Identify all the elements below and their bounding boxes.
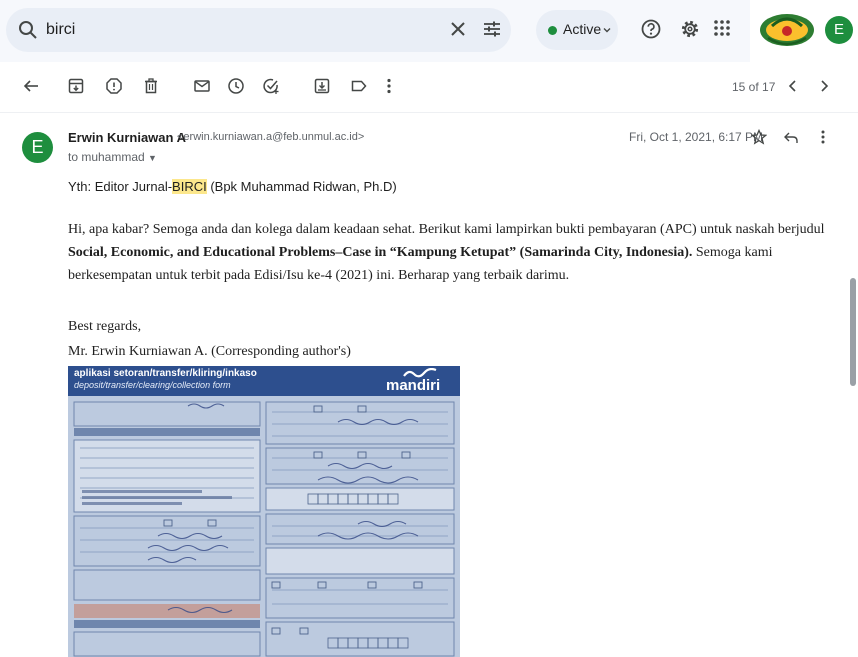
more-vertical-icon[interactable] <box>384 77 394 95</box>
top-bar: Active E <box>0 0 858 62</box>
message-more-icon[interactable] <box>818 129 828 145</box>
message-body: Hi, apa kabar? Semoga anda dan kolega da… <box>68 218 838 287</box>
sender-email: <erwin.kurniawan.a@feb.unmul.ac.id> <box>177 131 365 143</box>
gear-icon[interactable] <box>679 18 701 40</box>
apps-grid-icon[interactable] <box>712 18 732 38</box>
receipt-title: aplikasi setoran/transfer/kliring/inkaso <box>74 368 257 379</box>
caret-down-icon[interactable]: ▼ <box>148 153 157 163</box>
receipt-form-body <box>68 396 460 657</box>
scrollbar-thumb[interactable] <box>850 278 856 386</box>
message-date: Fri, Oct 1, 2021, 6:17 PM <box>629 130 764 144</box>
star-icon[interactable] <box>751 129 767 145</box>
move-to-icon[interactable] <box>313 77 331 95</box>
body-intro: Hi, apa kabar? Semoga anda dan kolega da… <box>68 222 825 237</box>
help-icon[interactable] <box>640 18 662 40</box>
sender-name[interactable]: Erwin Kurniawan A <box>68 130 186 145</box>
back-arrow-icon[interactable] <box>22 77 40 95</box>
trash-icon[interactable] <box>142 77 160 95</box>
search-input[interactable] <box>46 18 426 42</box>
chevron-down-icon <box>602 25 612 35</box>
mark-unread-icon[interactable] <box>193 77 211 95</box>
status-dot <box>548 26 557 35</box>
chevron-right-icon[interactable] <box>817 77 831 95</box>
greeting-prefix: Yth: Editor Jurnal- <box>68 179 173 194</box>
message-view: E Erwin Kurniawan A <erwin.kurniawan.a@f… <box>0 113 858 657</box>
status-selector[interactable]: Active <box>536 10 618 50</box>
payment-receipt-image[interactable]: aplikasi setoran/transfer/kliring/inkaso… <box>68 366 460 657</box>
bank-logo-text: mandiri <box>386 377 441 394</box>
account-avatar[interactable]: E <box>825 16 853 44</box>
recipient-line[interactable]: to muhammad ▼ <box>68 150 157 164</box>
organization-logo <box>758 8 816 52</box>
search-highlight: BIRCI <box>172 179 207 194</box>
receipt-header: aplikasi setoran/transfer/kliring/inkaso… <box>68 366 460 396</box>
greeting-suffix: (Bpk Muhammad Ridwan, Ph.D) <box>206 179 397 194</box>
status-label: Active <box>563 21 602 37</box>
recipient-text: to muhammad <box>68 150 145 164</box>
search-options-icon[interactable] <box>482 19 502 39</box>
close-icon[interactable] <box>449 20 467 38</box>
report-spam-icon[interactable] <box>105 77 123 95</box>
pagination-count: 15 of 17 <box>732 80 776 94</box>
search-bar[interactable] <box>6 8 511 52</box>
sign-off: Best regards, <box>68 319 142 334</box>
chevron-left-icon[interactable] <box>786 77 800 95</box>
snooze-clock-icon[interactable] <box>227 77 245 95</box>
message-toolbar: 15 of 17 <box>0 62 858 113</box>
archive-icon[interactable] <box>67 77 85 95</box>
reply-icon[interactable] <box>783 130 799 146</box>
receipt-subtitle: deposit/transfer/clearing/collection for… <box>74 380 231 390</box>
sender-avatar[interactable]: E <box>22 132 53 163</box>
search-icon[interactable] <box>18 20 38 40</box>
greeting-line: Yth: Editor Jurnal-BIRCI (Bpk Muhammad R… <box>68 179 397 194</box>
add-task-icon[interactable] <box>262 77 280 95</box>
signature: Mr. Erwin Kurniawan A. (Corresponding au… <box>68 344 351 359</box>
label-icon[interactable] <box>350 77 368 95</box>
paper-title: Social, Economic, and Educational Proble… <box>68 245 693 260</box>
